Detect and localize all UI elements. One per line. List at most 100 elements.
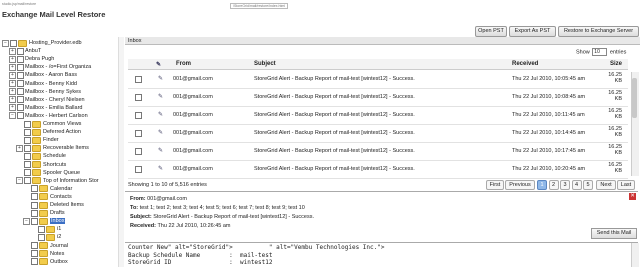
next-page-button[interactable]: Next: [596, 180, 616, 190]
expand-icon[interactable]: +: [9, 63, 16, 71]
tree-item[interactable]: − Mailbox - Herbert Carlson: [9, 112, 88, 120]
row-checkbox[interactable]: [135, 166, 142, 173]
tree-item[interactable]: + AnbuT: [9, 47, 41, 55]
tree-checkbox[interactable]: [17, 104, 24, 112]
tree-checkbox[interactable]: [31, 217, 38, 225]
close-icon[interactable]: ✕: [629, 193, 636, 200]
tree-checkbox[interactable]: [17, 96, 24, 104]
expand-icon[interactable]: +: [9, 88, 16, 96]
export-pst-button[interactable]: Export As PST: [509, 26, 556, 37]
tree-item[interactable]: Journal: [23, 242, 68, 250]
tree-item[interactable]: Finder: [16, 136, 59, 144]
expand-icon[interactable]: +: [9, 55, 16, 63]
page-2-button[interactable]: 2: [548, 180, 559, 190]
send-mail-button[interactable]: Send this Mail: [591, 228, 637, 239]
tree-checkbox[interactable]: [17, 47, 24, 55]
tree-checkbox[interactable]: [17, 55, 24, 63]
collapse-icon[interactable]: −: [2, 39, 9, 47]
tree-item[interactable]: + Recoverable Items: [16, 144, 89, 152]
tree-item[interactable]: Contacts: [23, 193, 72, 201]
tree-checkbox[interactable]: [17, 112, 24, 120]
tree-checkbox[interactable]: [31, 250, 38, 258]
page-5-button[interactable]: 5: [583, 180, 593, 190]
column-header-size[interactable]: Size: [610, 61, 622, 67]
tree-item[interactable]: + Mailbox - Cheryl Nielsen: [9, 96, 85, 104]
tree-item[interactable]: Calendar: [23, 185, 72, 193]
column-header-received[interactable]: Received: [512, 61, 538, 67]
tree-checkbox[interactable]: [17, 88, 24, 96]
tree-item[interactable]: Schedule: [16, 152, 66, 160]
tree-item[interactable]: + Mailbox - Emilia Ballard: [9, 104, 82, 112]
tree-checkbox[interactable]: [24, 120, 31, 128]
tree-checkbox[interactable]: [10, 39, 17, 47]
mail-row[interactable]: ✎ 001@gmail.com StoreGrid Alert - Backup R…: [128, 88, 628, 107]
tree-checkbox[interactable]: [31, 258, 38, 266]
expand-icon[interactable]: +: [9, 80, 16, 87]
row-checkbox[interactable]: [135, 94, 142, 101]
expand-icon[interactable]: +: [9, 104, 16, 112]
mail-row[interactable]: ✎ 001@gmail.com StoreGrid Alert - Backup R…: [128, 70, 628, 89]
tree-item[interactable]: Common Views: [16, 120, 81, 128]
tree-checkbox[interactable]: [38, 225, 45, 233]
mail-row[interactable]: ✎ 001@gmail.com StoreGrid Alert - Backup R…: [128, 124, 628, 143]
tree-checkbox[interactable]: [31, 209, 38, 217]
page-4-button[interactable]: 4: [571, 180, 582, 190]
tree-item[interactable]: Spooler Queue: [16, 169, 80, 177]
first-page-button[interactable]: First: [486, 180, 504, 190]
tree-item[interactable]: + Debra Pugh: [9, 55, 54, 63]
tree-checkbox[interactable]: [31, 242, 38, 249]
page-size-select[interactable]: 10: [592, 48, 608, 56]
tree-item[interactable]: Drafts: [23, 209, 65, 217]
tree-checkbox[interactable]: [31, 201, 38, 209]
tree-item[interactable]: Notes: [23, 250, 64, 258]
tree-checkbox[interactable]: [24, 136, 31, 144]
tree-item[interactable]: + Mailbox - Benny Sykes: [9, 88, 81, 96]
tree-item[interactable]: − Top of Information Stor: [16, 177, 99, 185]
tree-checkbox[interactable]: [31, 193, 38, 201]
mail-list-scroll-thumb[interactable]: [632, 78, 637, 118]
tree-item[interactable]: Deleted Items: [23, 201, 84, 209]
tree-checkbox[interactable]: [24, 128, 31, 136]
restore-to-exchange-button[interactable]: Restore to Exchange Server: [558, 26, 639, 37]
tree-checkbox[interactable]: [17, 71, 24, 79]
row-checkbox[interactable]: [135, 112, 142, 119]
row-checkbox[interactable]: [135, 148, 142, 155]
open-pst-button[interactable]: Open PST: [475, 26, 507, 37]
tree-item[interactable]: i1: [30, 225, 61, 233]
tree-item[interactable]: + Mailbox - Benny Kidd: [9, 80, 77, 88]
page-3-button[interactable]: 3: [560, 180, 570, 190]
tree-item[interactable]: i2: [30, 233, 61, 241]
expand-icon[interactable]: +: [9, 71, 16, 79]
expand-icon[interactable]: +: [9, 96, 16, 104]
last-page-button[interactable]: Last: [617, 180, 635, 190]
tree-item[interactable]: + Mailbox - Aaron Bass: [9, 71, 77, 79]
collapse-icon[interactable]: −: [16, 177, 23, 185]
tree-checkbox[interactable]: [24, 161, 31, 168]
tree-checkbox[interactable]: [24, 152, 31, 160]
tree-item[interactable]: Outbox: [23, 258, 68, 266]
mail-row[interactable]: ✎ 001@gmail.com StoreGrid Alert - Backup R…: [128, 142, 628, 161]
tree-checkbox[interactable]: [24, 177, 31, 185]
previous-page-button[interactable]: Previous: [505, 180, 535, 190]
tree-checkbox[interactable]: [17, 80, 24, 87]
page-1-button[interactable]: 1: [537, 180, 547, 190]
tree-item[interactable]: Shortcuts: [16, 161, 66, 169]
tree-checkbox[interactable]: [31, 185, 38, 193]
tree-checkbox[interactable]: [17, 63, 24, 71]
body-scrollbar[interactable]: [631, 243, 639, 267]
tree-item[interactable]: Deferred Action: [16, 128, 81, 136]
collapse-icon[interactable]: −: [23, 217, 30, 225]
tree-item[interactable]: − Hosting_Provider.edb: [2, 39, 82, 47]
column-header-from[interactable]: From: [176, 61, 191, 67]
tree-checkbox[interactable]: [38, 233, 45, 241]
tree-item[interactable]: + Mailbox - /o=First Organiza: [9, 63, 91, 71]
tree-checkbox[interactable]: [24, 144, 31, 152]
tree-checkbox[interactable]: [24, 169, 31, 177]
mail-row[interactable]: ✎ 001@gmail.com StoreGrid Alert - Backup R…: [128, 160, 628, 179]
collapse-icon[interactable]: −: [9, 112, 16, 120]
expand-icon[interactable]: +: [16, 144, 23, 152]
row-checkbox[interactable]: [135, 76, 142, 83]
mail-row[interactable]: ✎ 001@gmail.com StoreGrid Alert - Backup R…: [128, 106, 628, 125]
column-header-subject[interactable]: Subject: [254, 61, 276, 67]
tree-scrollbar[interactable]: [118, 37, 124, 267]
